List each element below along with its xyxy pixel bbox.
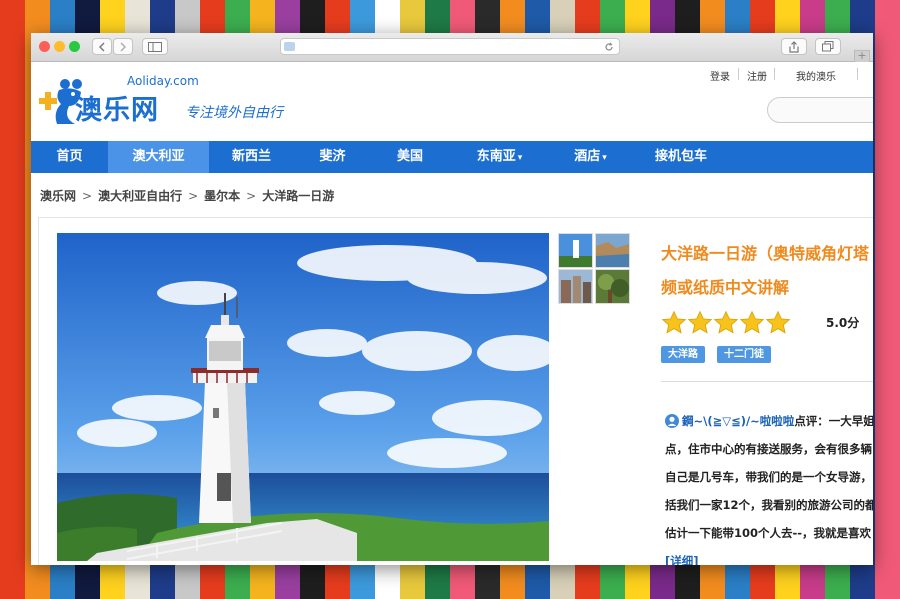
- breadcrumb-current: 大洋路一日游: [262, 189, 335, 203]
- nav-item-label: 新西兰: [231, 149, 271, 164]
- tabs-icon: [822, 41, 834, 52]
- nav-item-4[interactable]: 美国: [371, 141, 449, 173]
- town-thumbnail: [559, 270, 592, 303]
- main-navigation: 首页 澳大利亚 新西兰 斐济 美国 东南亚 ▾ 酒店 ▾ 接机包车: [31, 141, 873, 173]
- star-icon: [661, 310, 687, 334]
- top-link-divider: [774, 68, 775, 80]
- breadcrumb-melbourne[interactable]: 墨尔本: [204, 187, 240, 204]
- browser-window: + Aoliday.com 澳乐网 专注境外自由行 登录 注册 我的澳乐 首页澳…: [31, 33, 873, 565]
- breadcrumb-home[interactable]: 澳乐网: [40, 187, 76, 204]
- nav-item-0[interactable]: 首页: [31, 141, 108, 173]
- logo-domain: Aoliday.com: [127, 74, 199, 88]
- reload-icon[interactable]: [604, 42, 614, 52]
- review-line: 括我们一家12个，我看别的旅游公司的都: [665, 498, 873, 512]
- nav-item-7[interactable]: 接机包车: [631, 141, 731, 173]
- star-icon: [739, 310, 765, 334]
- lighthouse-thumbnail: [559, 234, 592, 267]
- search-input[interactable]: [767, 97, 873, 123]
- nav-item-label: 东南亚: [476, 149, 516, 164]
- nav-item-5[interactable]: 东南亚 ▾: [449, 141, 550, 173]
- close-window-button[interactable]: [39, 41, 50, 52]
- my-account-link[interactable]: 我的澳乐: [796, 68, 836, 83]
- nav-item-label: 美国: [396, 149, 423, 164]
- breadcrumb-separator: >: [188, 189, 199, 203]
- nav-item-label: 酒店: [574, 149, 601, 164]
- minimize-window-button[interactable]: [54, 41, 65, 52]
- chevron-down-icon: ▾: [517, 153, 523, 163]
- login-link[interactable]: 登录: [710, 68, 730, 83]
- site-favicon: [284, 42, 295, 51]
- top-link-divider: [857, 68, 858, 80]
- background-stripe: [875, 0, 900, 599]
- cliff-thumbnail: [596, 234, 629, 267]
- forward-button[interactable]: [113, 38, 133, 55]
- star-icon: [765, 310, 791, 334]
- thumbnail-3[interactable]: [558, 269, 593, 304]
- tag-great-ocean-road[interactable]: 大洋路: [661, 346, 705, 363]
- star-icon: [687, 310, 713, 334]
- sidebar-toggle-button[interactable]: [142, 38, 168, 55]
- tabs-overview-button[interactable]: [815, 38, 841, 55]
- review-username[interactable]: 鋼~\(≧▽≦)/~啦啦啦: [682, 414, 794, 428]
- nav-item-1[interactable]: 澳大利亚: [108, 141, 209, 173]
- site-logo[interactable]: Aoliday.com 澳乐网 专注境外自由行: [35, 72, 305, 132]
- chevron-left-icon: [99, 42, 105, 51]
- back-button[interactable]: [92, 38, 112, 55]
- star-rating: [661, 310, 791, 336]
- review-more-link[interactable]: [详细]: [665, 547, 873, 565]
- breadcrumb-australia[interactable]: 澳大利亚自由行: [98, 187, 182, 204]
- review-line: 自己是几号车，带我们的是一个女导游，: [665, 470, 872, 484]
- breadcrumb: 澳乐网 > 澳大利亚自由行 > 墨尔本 > 大洋路一日游: [40, 187, 334, 204]
- product-title: 大洋路一日游（奥特威角灯塔 频或纸质中文讲解: [661, 237, 873, 305]
- chevron-down-icon: ▾: [602, 153, 607, 163]
- product-title-line-2: 频或纸质中文讲解: [661, 278, 790, 297]
- logo-slogan: 专注境外自由行: [185, 105, 283, 121]
- sidebar-icon: [148, 41, 162, 52]
- share-button[interactable]: [781, 38, 807, 55]
- nav-item-label: 接机包车: [654, 149, 707, 164]
- star-icon: [713, 310, 739, 334]
- lighthouse-photo: [57, 233, 549, 561]
- breadcrumb-separator: >: [82, 189, 93, 203]
- review-line: 点，住市中心的有接送服务，会有很多辆: [665, 442, 872, 456]
- web-page: Aoliday.com 澳乐网 专注境外自由行 登录 注册 我的澳乐 首页澳大利…: [31, 62, 873, 565]
- review-line: 估计一下能带100个人去--，我就是喜欢: [665, 526, 872, 540]
- review-snippet: 鋼~\(≧▽≦)/~啦啦啦点评：一大早姐妹 点，住市中心的有接送服务，会有很多辆…: [665, 407, 873, 565]
- new-tab-button[interactable]: +: [854, 50, 870, 62]
- product-main-photo[interactable]: [57, 233, 549, 561]
- forest-thumbnail: [596, 270, 629, 303]
- logo-name: 澳乐网: [75, 95, 159, 126]
- tag-twelve-apostles[interactable]: 十二门徒: [717, 346, 771, 363]
- chevron-right-icon: [120, 42, 126, 51]
- browser-toolbar: +: [31, 33, 873, 62]
- top-link-divider: [738, 68, 739, 80]
- thumbnail-4[interactable]: [595, 269, 630, 304]
- nav-item-6[interactable]: 酒店 ▾: [550, 141, 631, 173]
- register-link[interactable]: 注册: [747, 68, 767, 83]
- nav-item-label: 斐济: [319, 149, 346, 164]
- nav-item-label: 澳大利亚: [132, 149, 185, 164]
- nav-item-label: 首页: [56, 149, 83, 164]
- share-icon: [789, 40, 799, 53]
- background-stripe: [0, 0, 25, 599]
- thumbnail-1[interactable]: [558, 233, 593, 268]
- zoom-window-button[interactable]: [69, 41, 80, 52]
- breadcrumb-separator: >: [246, 189, 257, 203]
- user-avatar-icon: [665, 414, 679, 428]
- review-prefix: 点评：一大早姐妹: [794, 414, 873, 428]
- address-bar[interactable]: [280, 38, 620, 55]
- divider: [661, 381, 873, 382]
- rating-score: 5.0分: [826, 316, 860, 330]
- nav-item-2[interactable]: 新西兰: [209, 141, 294, 173]
- product-title-line-1: 大洋路一日游（奥特威角灯塔: [661, 244, 870, 263]
- nav-item-3[interactable]: 斐济: [294, 141, 371, 173]
- thumbnail-2[interactable]: [595, 233, 630, 268]
